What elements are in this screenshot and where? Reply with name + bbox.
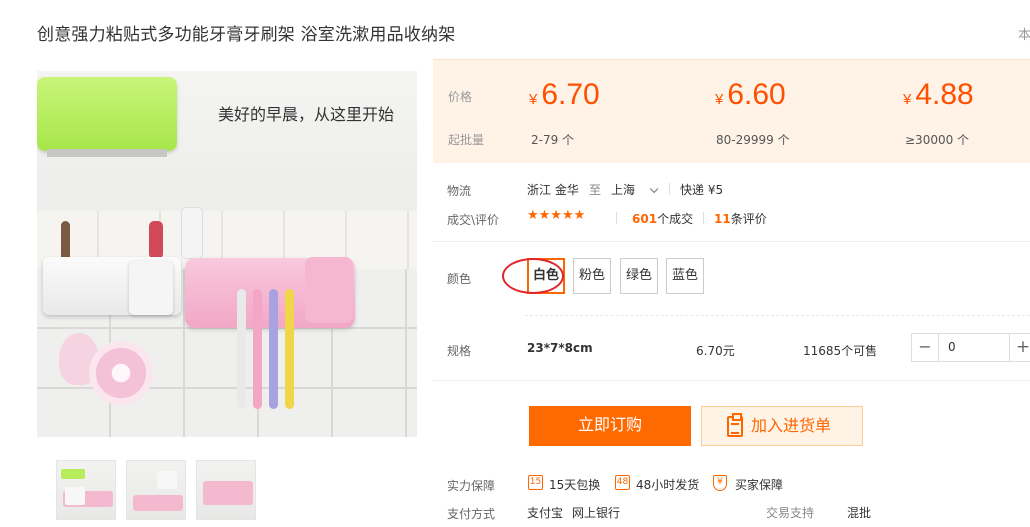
toothbrush-purple xyxy=(269,289,278,409)
lipstick xyxy=(149,221,163,259)
range-tier-3: ≥30000 个 xyxy=(905,133,970,147)
add-to-cart-label: 加入进货单 xyxy=(751,416,832,435)
deals-count: 601 xyxy=(632,212,658,226)
bath-flower xyxy=(89,341,153,405)
clipboard-icon xyxy=(727,413,743,437)
trade-support-value: 混批 xyxy=(847,506,872,520)
buy-now-button[interactable]: 立即订购 xyxy=(529,406,691,446)
toothbrush-pink xyxy=(253,289,262,409)
return-15-icon: 15 xyxy=(528,475,543,490)
green-dispenser xyxy=(37,77,177,151)
pink-cup xyxy=(305,257,353,323)
color-option-blue[interactable]: 蓝色 xyxy=(666,258,704,294)
rating-stars: ★★★★★ xyxy=(527,208,586,223)
toothpaste-tube xyxy=(181,207,203,259)
thumbnail-1[interactable] xyxy=(56,460,116,520)
destination-select[interactable]: 上海 xyxy=(611,181,659,198)
toothbrush-yellow xyxy=(285,289,294,409)
ship-48-icon: 48 xyxy=(615,475,630,490)
section-divider xyxy=(433,241,1030,242)
reviews-label: 成交\评价 xyxy=(447,213,500,227)
payment-online-bank: 网上银行 xyxy=(572,506,621,520)
range-tier-2: 80-29999 个 xyxy=(716,133,790,147)
divider xyxy=(703,212,704,224)
deals-suffix: 个成交 xyxy=(657,212,694,226)
reviews-count: 11 xyxy=(714,212,731,226)
color-option-white[interactable]: 白色 xyxy=(527,258,565,294)
spec-price: 6.70元 xyxy=(696,344,735,358)
shield-icon: ¥ xyxy=(713,475,727,491)
logistics-label: 物流 xyxy=(447,184,472,198)
reviews-suffix: 条评价 xyxy=(730,212,767,226)
spec-stock: 11685个可售 xyxy=(803,344,878,358)
product-title: 创意强力粘贴式多功能牙膏牙刷架 浴室洗漱用品收纳架 xyxy=(37,25,456,45)
guarantee-shipping[interactable]: 48小时发货 xyxy=(636,476,699,493)
increment-button[interactable]: + xyxy=(1009,334,1030,361)
color-option-pink[interactable]: 粉色 xyxy=(573,258,611,294)
product-main-image[interactable]: 美好的早晨，从这里开始 xyxy=(37,71,417,437)
guarantee-buyer[interactable]: 买家保障 xyxy=(735,476,783,493)
price-tier-1: ¥6.70 xyxy=(529,78,600,111)
decrement-button[interactable]: − xyxy=(912,334,939,361)
destination-value: 上海 xyxy=(611,183,636,197)
logistics-to: 至 xyxy=(589,183,602,197)
price-tier-2: ¥6.60 xyxy=(715,78,786,111)
toothbrush-white xyxy=(237,289,246,409)
guarantee-return[interactable]: 15天包换 xyxy=(549,476,600,493)
quantity-stepper: − 0 + xyxy=(911,333,1030,362)
color-label: 颜色 xyxy=(447,272,472,286)
reviews-count-link[interactable]: 11条评价 xyxy=(714,210,767,227)
chevron-down-icon xyxy=(649,184,659,194)
divider xyxy=(616,212,617,224)
add-to-cart-button[interactable]: 加入进货单 xyxy=(701,406,863,446)
payment-label: 支付方式 xyxy=(447,507,496,521)
image-slogan: 美好的早晨，从这里开始 xyxy=(218,105,395,124)
green-dispenser-shelf xyxy=(47,149,167,157)
logistics-origin: 浙江 金华 xyxy=(527,183,579,197)
price-tier-3: ¥4.88 xyxy=(903,78,974,111)
payment-alipay: 支付宝 xyxy=(527,506,564,520)
color-option-green[interactable]: 绿色 xyxy=(620,258,658,294)
range-tier-1: 2-79 个 xyxy=(531,133,575,147)
spec-name: 23*7*8cm xyxy=(527,341,593,355)
price-label: 价格 xyxy=(448,90,473,104)
corner-text[interactable]: 本 xyxy=(1018,24,1030,43)
thumbnail-2[interactable] xyxy=(126,460,186,520)
section-divider xyxy=(433,380,1030,381)
divider xyxy=(669,183,670,195)
trade-support-label: 交易支持 xyxy=(766,506,815,520)
deals-count-link[interactable]: 601个成交 xyxy=(632,210,693,227)
white-cup xyxy=(129,261,173,315)
makeup-brush xyxy=(61,221,70,261)
thumbnail-3[interactable] xyxy=(196,460,256,520)
shipping-fee: 快递 ¥5 xyxy=(680,183,724,197)
guarantee-label: 实力保障 xyxy=(447,479,496,493)
dashed-divider xyxy=(525,315,1030,316)
moq-label: 起批量 xyxy=(448,133,485,147)
spec-label: 规格 xyxy=(447,344,472,358)
quantity-input[interactable]: 0 xyxy=(948,340,956,354)
